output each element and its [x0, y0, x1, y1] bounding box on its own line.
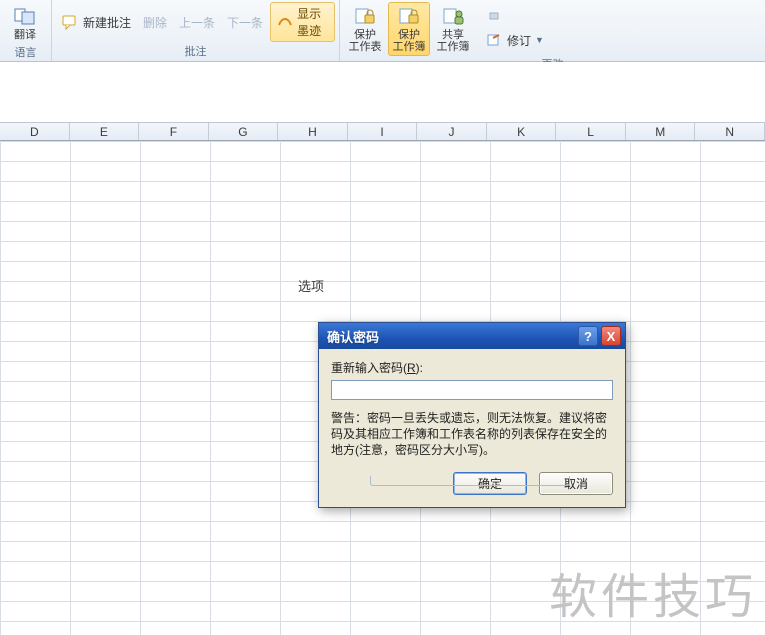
col-header[interactable]: D	[0, 123, 70, 140]
track-changes-button[interactable]: 修订 ▼	[480, 28, 549, 52]
ribbon-group-changes: 保护工作表 保护工作簿 共享工作簿 修订	[340, 0, 765, 61]
protect-sheet-icon	[353, 5, 377, 27]
underlying-dialog-edge	[370, 476, 570, 486]
protect-workbook-icon	[397, 5, 421, 27]
help-button[interactable]: ?	[578, 326, 598, 346]
protect-sheet-button[interactable]: 保护工作表	[344, 2, 386, 56]
new-comment-button[interactable]: 新建批注	[56, 10, 136, 34]
translate-label: 翻译	[14, 29, 36, 41]
next-comment-button: 下一条	[222, 11, 268, 34]
spreadsheet-area: D E F G H I J K L M N 选项 确认密码 ? X 重新输入密码…	[0, 62, 765, 635]
revisions-label: 修订	[507, 32, 531, 49]
column-headers: D E F G H I J K L M N	[0, 122, 765, 141]
dropdown-icon: ▼	[535, 35, 544, 45]
new-comment-label: 新建批注	[83, 14, 131, 31]
prev-comment-button: 上一条	[174, 11, 220, 34]
warning-text: 警告：密码一旦丢失或遗忘，则无法恢复。建议将密码及其相应工作簿和工作表名称的列表…	[331, 410, 613, 458]
col-header[interactable]: G	[209, 123, 279, 140]
translate-button[interactable]: 翻译	[4, 2, 46, 44]
track-changes-icon	[485, 31, 503, 49]
col-header[interactable]: N	[695, 123, 765, 140]
watermark: 软件技巧	[549, 557, 757, 627]
dialog-titlebar[interactable]: 确认密码 ? X	[319, 323, 625, 349]
close-button[interactable]: X	[601, 326, 621, 346]
new-comment-icon	[61, 13, 79, 31]
col-header[interactable]: J	[417, 123, 487, 140]
ribbon-group-language: 翻译 语言	[0, 0, 52, 61]
password-input[interactable]	[331, 380, 613, 400]
col-header[interactable]: I	[348, 123, 418, 140]
translate-icon	[13, 5, 37, 27]
col-header[interactable]: F	[139, 123, 209, 140]
show-ink-button[interactable]: 显示墨迹	[270, 2, 335, 42]
protect-share-button	[480, 2, 549, 26]
col-header[interactable]: H	[278, 123, 348, 140]
dialog-title: 确认密码	[327, 327, 379, 346]
ink-icon	[277, 14, 293, 31]
ribbon-group-comments: 新建批注 删除 上一条 下一条 显示墨迹 批注	[52, 0, 340, 61]
col-header[interactable]: L	[556, 123, 626, 140]
share-workbook-button[interactable]: 共享工作簿	[432, 2, 474, 56]
protect-workbook-button[interactable]: 保护工作簿	[388, 2, 430, 56]
group-label-language: 语言	[4, 44, 47, 62]
background-options-label: 选项	[298, 276, 324, 295]
col-header[interactable]: M	[626, 123, 696, 140]
col-header[interactable]: E	[70, 123, 140, 140]
show-ink-label: 显示墨迹	[297, 5, 328, 39]
group-label-comments: 批注	[56, 43, 335, 61]
lock-small-icon	[485, 5, 503, 23]
share-workbook-icon	[441, 5, 465, 27]
ribbon: 翻译 语言 新建批注 删除 上一条 下一条	[0, 0, 765, 62]
delete-comment-button: 删除	[138, 11, 172, 34]
password-label: 重新输入密码(R):	[331, 359, 613, 376]
col-header[interactable]: K	[487, 123, 557, 140]
